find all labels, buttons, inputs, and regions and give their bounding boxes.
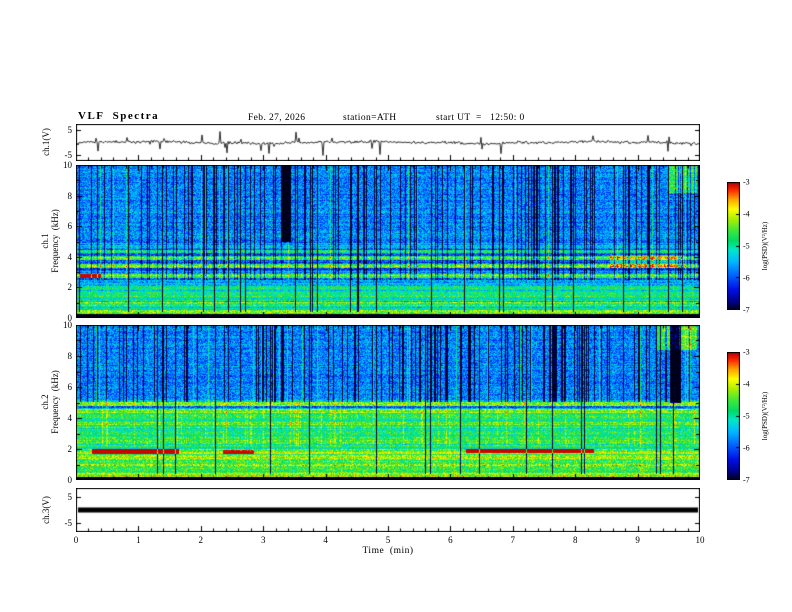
- x-tick-label: 6: [448, 535, 453, 545]
- colorbar-tick-label: -4: [743, 209, 750, 219]
- colorbar-tick-label: -6: [743, 273, 750, 283]
- y-tick-label: 0: [67, 475, 73, 485]
- ch1-axis-channel-text: ch.1: [40, 233, 50, 249]
- colorbar1-label: log(PSD)(V²/Hz): [761, 221, 769, 271]
- x-tick-label: 4: [323, 535, 328, 545]
- colorbar-tick-label: -3: [743, 347, 750, 357]
- x-tick-label: 1: [136, 535, 141, 545]
- y-tick-label: 6: [67, 382, 73, 392]
- ch3-waveform-canvas: [76, 488, 700, 532]
- x-tick-label: 2: [198, 535, 204, 545]
- colorbar-ch1: [727, 182, 740, 310]
- colorbar2-label: log(PSD)(V²/Hz): [761, 391, 769, 441]
- y-tick-label: -5: [64, 150, 73, 161]
- colorbar-tick-label: -7: [743, 305, 750, 315]
- ch1-spectrogram-canvas: [76, 165, 700, 318]
- colorbar-tick-label: -7: [743, 475, 750, 485]
- plot-date: Feb. 27, 2026: [248, 113, 306, 123]
- y-tick-label: 10: [63, 320, 72, 330]
- y-tick-label: -5: [64, 518, 73, 529]
- y-tick-label: 4: [67, 251, 73, 262]
- ch1-waveform-canvas: [76, 124, 700, 161]
- ch2-frequency-axis-text: Frequency (kHz): [50, 370, 60, 434]
- x-tick-label: 0: [73, 535, 79, 545]
- colorbar-tick-label: -4: [743, 379, 750, 389]
- colorbar-tick-label: -3: [743, 177, 750, 187]
- y-tick-label: 2: [67, 444, 73, 454]
- colorbar-tick-label: -5: [743, 241, 750, 251]
- ch1-voltage-axis-label: ch.1(V): [41, 128, 51, 156]
- start-ut-label: start UT = 12:50: 0: [436, 113, 525, 123]
- y-tick-label: 5: [67, 491, 73, 502]
- x-tick-label: 7: [510, 535, 516, 545]
- y-tick-label: 8: [67, 351, 73, 361]
- y-tick-label: 4: [67, 413, 73, 423]
- colorbar-tick-label: -5: [743, 411, 750, 421]
- ch3-voltage-axis-label: ch.3(V): [41, 496, 51, 524]
- plot-title: VLF Spectra: [78, 110, 160, 122]
- ch1-frequency-axis-label: ch.1 Frequency (kHz): [40, 209, 60, 272]
- y-tick-label: 8: [67, 190, 73, 201]
- x-tick-label: 8: [572, 535, 578, 545]
- ch2-axis-channel-text: ch.2: [40, 394, 50, 410]
- ch2-spectrogram-canvas: [76, 325, 700, 480]
- x-tick-label: 10: [695, 535, 705, 545]
- y-tick-label: 5: [67, 124, 73, 135]
- x-tick-label: 9: [635, 535, 640, 545]
- colorbar-ch2: [727, 352, 740, 480]
- y-tick-label: 10: [63, 160, 72, 170]
- time-axis-label: Time (min): [362, 546, 414, 556]
- x-tick-label: 3: [260, 535, 266, 545]
- x-tick-label: 5: [385, 535, 391, 545]
- station-label: station=ATH: [343, 113, 397, 123]
- ch1-frequency-axis-text: Frequency (kHz): [50, 209, 60, 273]
- vlf-spectra-figure: VLF Spectra Feb. 27, 2026 station=ATH st…: [0, 0, 792, 612]
- colorbar-tick-label: -6: [743, 443, 750, 453]
- y-tick-label: 6: [67, 221, 73, 232]
- ch2-frequency-axis-label: ch.2 Frequency (kHz): [40, 370, 60, 433]
- y-tick-label: 2: [67, 282, 73, 293]
